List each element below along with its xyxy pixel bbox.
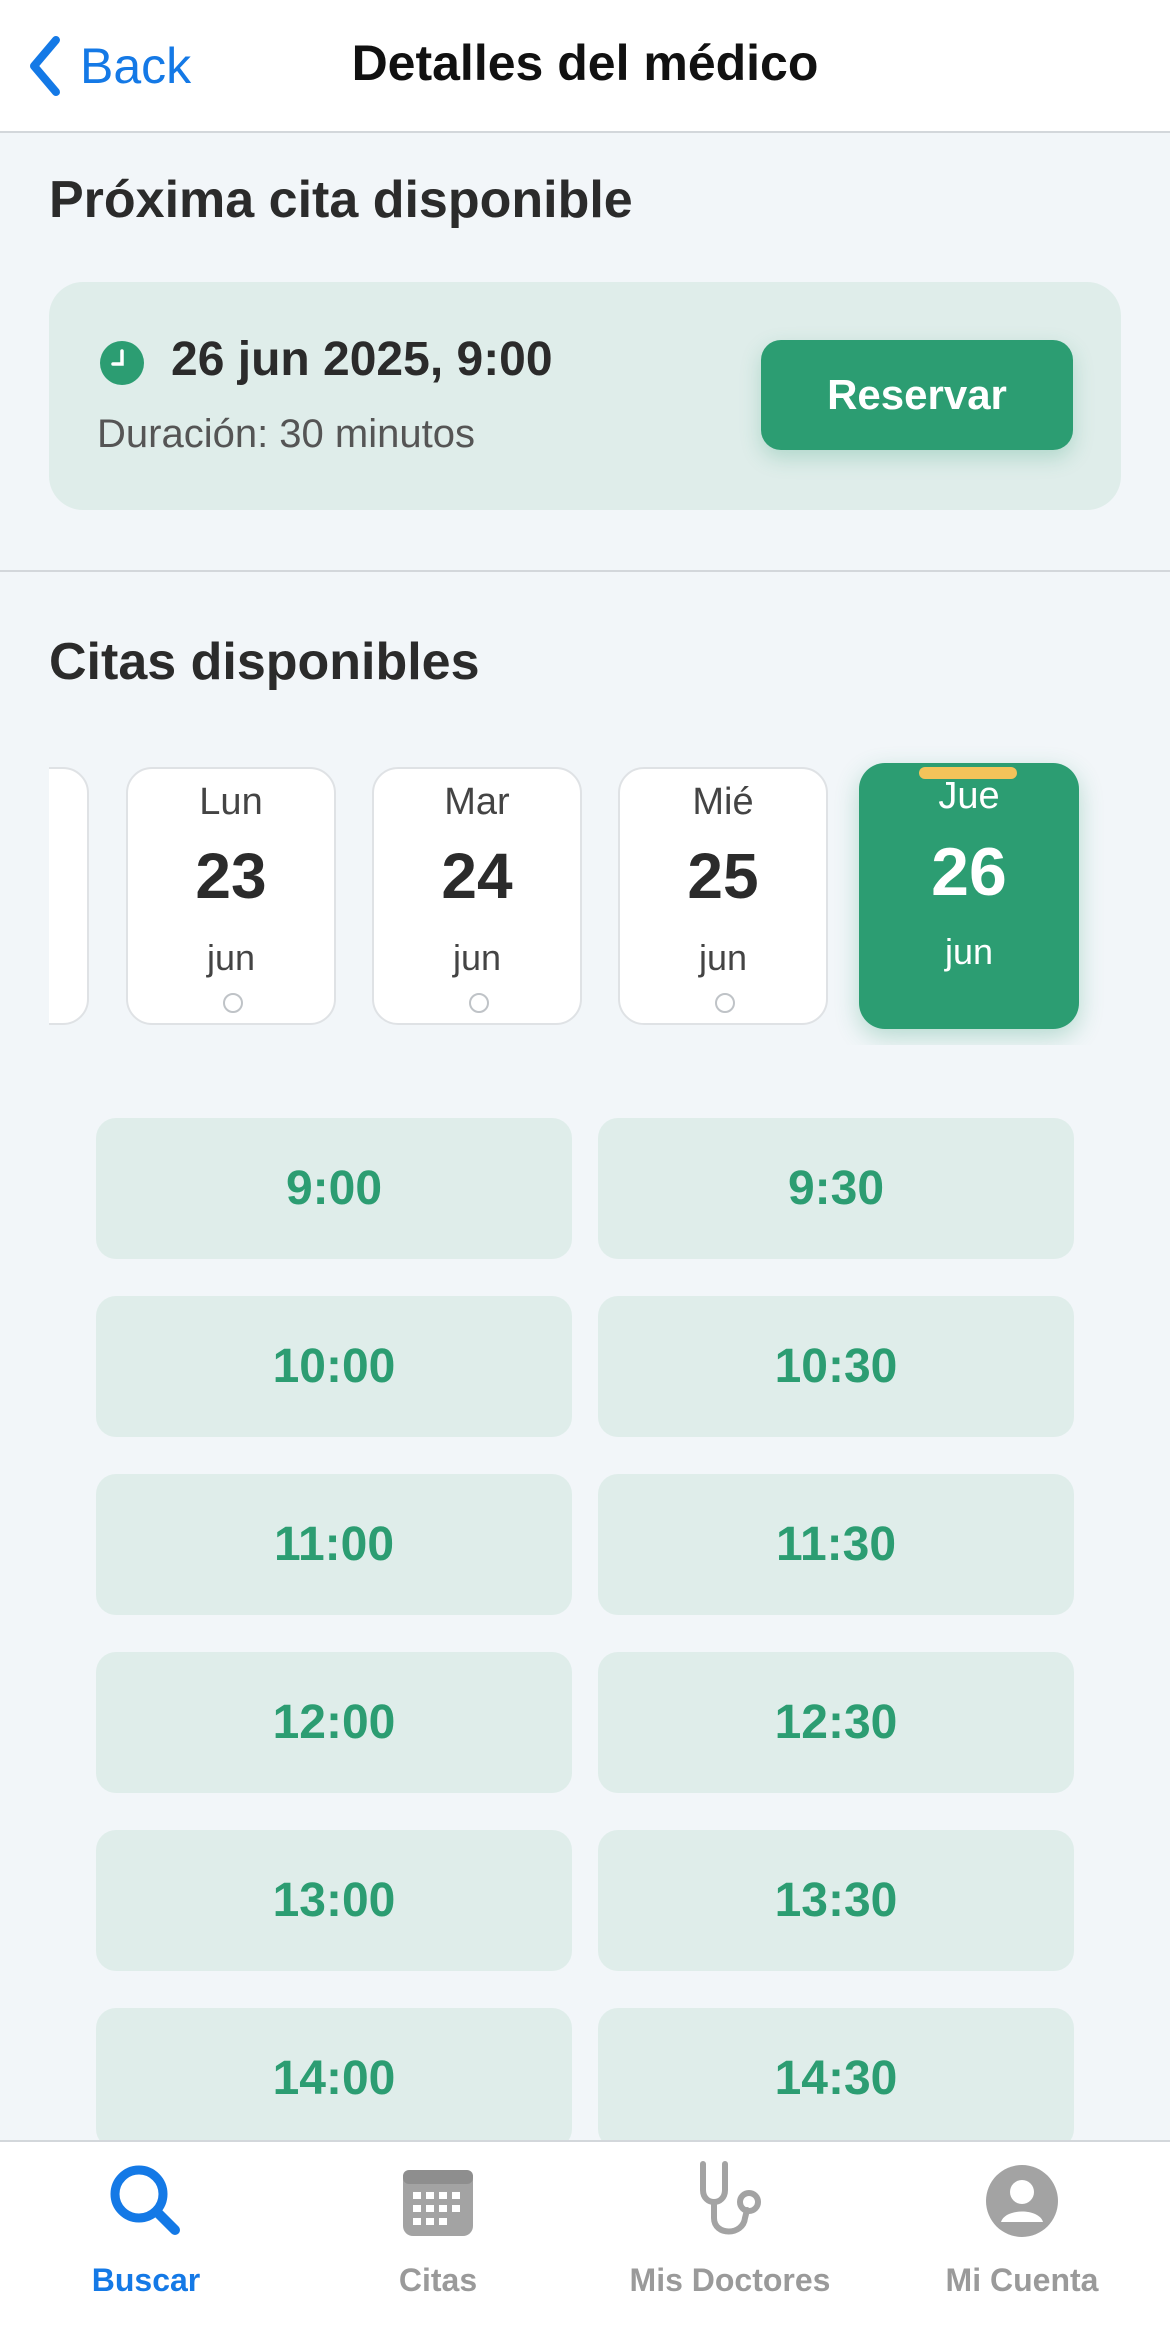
clock-icon	[100, 341, 144, 385]
day-card-selected[interactable]: Jue 26 jun	[859, 763, 1079, 1029]
reserve-button[interactable]: Reservar	[761, 340, 1073, 450]
day-card[interactable]: Mié 25 jun	[618, 767, 828, 1025]
time-slot[interactable]: 11:30	[598, 1474, 1074, 1615]
day-month: jun	[452, 937, 502, 978]
day-selector[interactable]: Lun 23 jun Mar 24 jun Mié 25 jun Jue 26 …	[49, 745, 1121, 1045]
time-slot[interactable]: 14:00	[96, 2008, 572, 2149]
tab-mi-cuenta[interactable]: Mi Cuenta	[876, 2156, 1168, 2306]
time-slot[interactable]: 14:30	[598, 2008, 1074, 2149]
account-icon	[986, 2165, 1058, 2237]
next-appointment-card: 26 jun 2025, 9:00 Duración: 30 minutos R…	[49, 282, 1121, 510]
tab-label: Mi Cuenta	[945, 2262, 1099, 2298]
tab-label: Mis Doctores	[629, 2262, 831, 2298]
day-month: jun	[698, 937, 748, 978]
day-name: Jue	[938, 775, 1000, 817]
tab-label: Citas	[398, 2262, 478, 2298]
availability-dot	[223, 993, 243, 1013]
tab-bar: Buscar Citas Mis Doctores Mi Cuenta	[0, 2140, 1170, 2326]
day-number: 23	[195, 840, 267, 912]
next-appointment-duration: Duración: 30 minutos	[97, 412, 475, 456]
page-title: Detalles del médico	[351, 35, 819, 91]
stethoscope-icon	[700, 2161, 761, 2235]
time-slot[interactable]: 9:30	[598, 1118, 1074, 1259]
time-slot[interactable]: 12:30	[598, 1652, 1074, 1793]
day-number: 24	[441, 840, 513, 912]
day-number: 26	[931, 834, 1007, 910]
tab-buscar[interactable]: Buscar	[0, 2156, 292, 2306]
time-slot[interactable]: 10:30	[598, 1296, 1074, 1437]
availability-dot	[715, 993, 735, 1013]
day-name: Mié	[692, 781, 754, 823]
day-card-previous[interactable]	[49, 767, 89, 1025]
availability-dot	[469, 993, 489, 1013]
next-appointment-datetime: 26 jun 2025, 9:00	[171, 333, 553, 386]
tab-label: Buscar	[91, 2262, 201, 2298]
navigation-header: Back Detalles del médico	[0, 0, 1170, 133]
time-slot[interactable]: 9:00	[96, 1118, 572, 1259]
time-slot-grid: 9:00 9:30 10:00 10:30 11:00 11:30 12:00 …	[96, 1118, 1074, 2149]
time-slot[interactable]: 10:00	[96, 1296, 572, 1437]
time-slot[interactable]: 12:00	[96, 1652, 572, 1793]
available-appointments-title: Citas disponibles	[49, 633, 480, 691]
time-slot[interactable]: 13:30	[598, 1830, 1074, 1971]
section-divider	[0, 570, 1170, 572]
time-slot[interactable]: 11:00	[96, 1474, 572, 1615]
tab-mis-doctores[interactable]: Mis Doctores	[584, 2156, 876, 2306]
next-appointment-title: Próxima cita disponible	[49, 171, 633, 229]
tab-citas[interactable]: Citas	[292, 2156, 584, 2306]
search-icon	[110, 2165, 180, 2235]
calendar-icon	[403, 2170, 473, 2236]
day-number: 25	[687, 840, 759, 912]
day-name: Lun	[199, 781, 263, 823]
day-name: Mar	[444, 781, 510, 823]
day-month: jun	[944, 931, 994, 972]
day-month: jun	[206, 937, 256, 978]
time-slot[interactable]: 13:00	[96, 1830, 572, 1971]
day-card[interactable]: Mar 24 jun	[372, 767, 582, 1025]
day-card[interactable]: Lun 23 jun	[126, 767, 336, 1025]
